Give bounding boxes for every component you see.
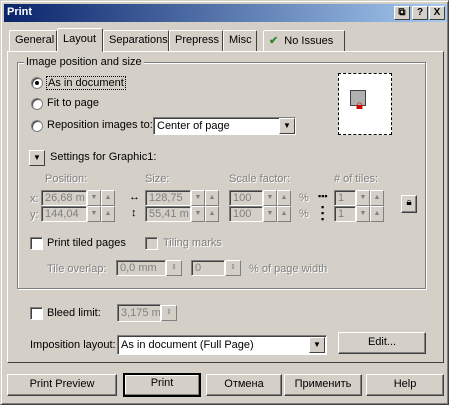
print-button[interactable]: Print xyxy=(123,373,201,397)
edit-button[interactable]: Edit... xyxy=(338,332,426,354)
close-button[interactable]: X xyxy=(429,6,445,20)
tab-general[interactable]: General xyxy=(9,30,57,51)
imposition-label: Imposition layout: xyxy=(30,339,116,351)
apply-button[interactable]: Применить xyxy=(284,374,362,396)
checkmark-icon: ✔ xyxy=(269,35,279,47)
image-position-legend: Image position and size xyxy=(24,56,144,68)
y-label: y: xyxy=(30,209,39,221)
window-title: Print xyxy=(7,6,33,18)
restore-icon[interactable]: ⧉ xyxy=(394,6,410,20)
size-h-up-icon[interactable]: ▲ xyxy=(205,206,219,222)
size-w-up-icon[interactable]: ▲ xyxy=(205,190,219,206)
tab-misc[interactable]: Misc xyxy=(223,30,257,51)
tile-pct-label: % of page width xyxy=(249,263,328,275)
as-in-document-label[interactable]: As in document xyxy=(46,76,126,90)
position-y-field[interactable]: 144,04 xyxy=(41,206,87,222)
tile-pct-field[interactable]: 0 xyxy=(191,260,225,276)
scale-x-up-icon[interactable]: ▲ xyxy=(277,190,291,206)
reposition-radio[interactable] xyxy=(31,120,43,132)
x-label: x: xyxy=(30,193,39,205)
size-header: Size: xyxy=(145,173,170,185)
tiles-y-field[interactable]: 1 xyxy=(334,206,356,222)
imposition-select[interactable]: As in document (Full Page) xyxy=(117,335,327,355)
tile-overlap-spin-icon[interactable]: ⇕ xyxy=(166,260,182,276)
fit-to-page-radio[interactable] xyxy=(31,98,43,110)
horizontal-arrow-icon: ↔ xyxy=(129,191,140,203)
lock-proportions-icon[interactable]: 🔒︎ xyxy=(401,195,417,213)
reposition-dropdown-icon[interactable]: ▼ xyxy=(279,118,295,134)
scale-header: Scale factor: xyxy=(229,173,291,185)
pos-y-up-icon[interactable]: ▲ xyxy=(101,206,115,222)
tiling-marks-label: Tiling marks xyxy=(163,237,222,249)
bleed-limit-checkbox[interactable] xyxy=(30,307,43,320)
scale-x-field[interactable]: 100 xyxy=(229,190,263,206)
print-tiled-label[interactable]: Print tiled pages xyxy=(47,237,126,249)
scale-y-pct: % xyxy=(299,208,309,220)
help-title-button[interactable]: ? xyxy=(412,6,428,20)
tile-overlap-field[interactable]: 0,0 mm xyxy=(116,260,166,276)
settings-label: Settings for Graphic1: xyxy=(50,151,157,163)
fit-to-page-label[interactable]: Fit to page xyxy=(47,97,99,109)
pos-x-down-icon[interactable]: ▼ xyxy=(87,190,101,206)
print-preview-button[interactable]: Print Preview xyxy=(7,374,117,396)
bleed-limit-label[interactable]: Bleed limit: xyxy=(47,307,101,319)
as-in-document-radio[interactable] xyxy=(31,77,43,89)
settings-expand-icon[interactable]: ▼ xyxy=(29,150,45,166)
tab-no-issues[interactable]: ✔ No Issues xyxy=(263,30,345,51)
scale-x-pct: % xyxy=(299,192,309,204)
tile-overlap-label: Tile overlap: xyxy=(47,263,107,275)
scale-y-field[interactable]: 100 xyxy=(229,206,263,222)
scale-y-down-icon[interactable]: ▼ xyxy=(263,206,277,222)
tab-separations[interactable]: Separations xyxy=(103,30,169,51)
help-button[interactable]: Help xyxy=(366,374,444,396)
imposition-dropdown-icon[interactable]: ▼ xyxy=(309,337,325,353)
size-h-down-icon[interactable]: ▼ xyxy=(191,206,205,222)
scale-x-down-icon[interactable]: ▼ xyxy=(263,190,277,206)
tiles-header: # of tiles: xyxy=(334,173,379,185)
size-w-field[interactable]: 128,75 xyxy=(145,190,191,206)
tiles-x-field[interactable]: 1 xyxy=(334,190,356,206)
tiling-marks-checkbox[interactable] xyxy=(145,237,158,250)
position-header: Position: xyxy=(45,173,88,185)
scale-y-up-icon[interactable]: ▲ xyxy=(277,206,291,222)
bleed-spin-icon[interactable]: ⇕ xyxy=(161,305,177,321)
print-dialog: Print ⧉ ? X General Layout Separations P… xyxy=(0,0,449,405)
pos-x-up-icon[interactable]: ▲ xyxy=(101,190,115,206)
size-w-down-icon[interactable]: ▼ xyxy=(191,190,205,206)
tiles-x-down-icon[interactable]: ▼ xyxy=(356,190,370,206)
title-bar: Print ⧉ ? X xyxy=(4,4,447,22)
vertical-arrow-icon: ↕ xyxy=(131,207,137,219)
tiles-vertical-icon: ▪ ▪ ▪ xyxy=(321,202,325,224)
tab-layout[interactable]: Layout xyxy=(57,28,103,52)
position-x-field[interactable]: 26,68 m xyxy=(41,190,87,206)
bleed-limit-field[interactable]: 3,175 m xyxy=(117,304,161,322)
tiles-x-up-icon[interactable]: ▲ xyxy=(370,190,384,206)
reposition-label[interactable]: Reposition images to: xyxy=(47,119,153,131)
pos-y-down-icon[interactable]: ▼ xyxy=(87,206,101,222)
tiles-horizontal-icon: ▪▪▪ xyxy=(318,191,328,201)
page-preview: 🔒︎ xyxy=(338,73,392,135)
tiles-y-up-icon[interactable]: ▲ xyxy=(370,206,384,222)
cancel-button[interactable]: Отмена xyxy=(206,374,282,396)
tile-pct-spin-icon[interactable]: ⇕ xyxy=(225,260,241,276)
print-tiled-checkbox[interactable] xyxy=(30,237,43,250)
reposition-select[interactable]: Center of page xyxy=(153,117,296,135)
size-h-field[interactable]: 55,41 m xyxy=(145,206,191,222)
tab-prepress[interactable]: Prepress xyxy=(169,30,223,51)
lock-icon: 🔒︎ xyxy=(356,97,363,112)
tiles-y-down-icon[interactable]: ▼ xyxy=(356,206,370,222)
